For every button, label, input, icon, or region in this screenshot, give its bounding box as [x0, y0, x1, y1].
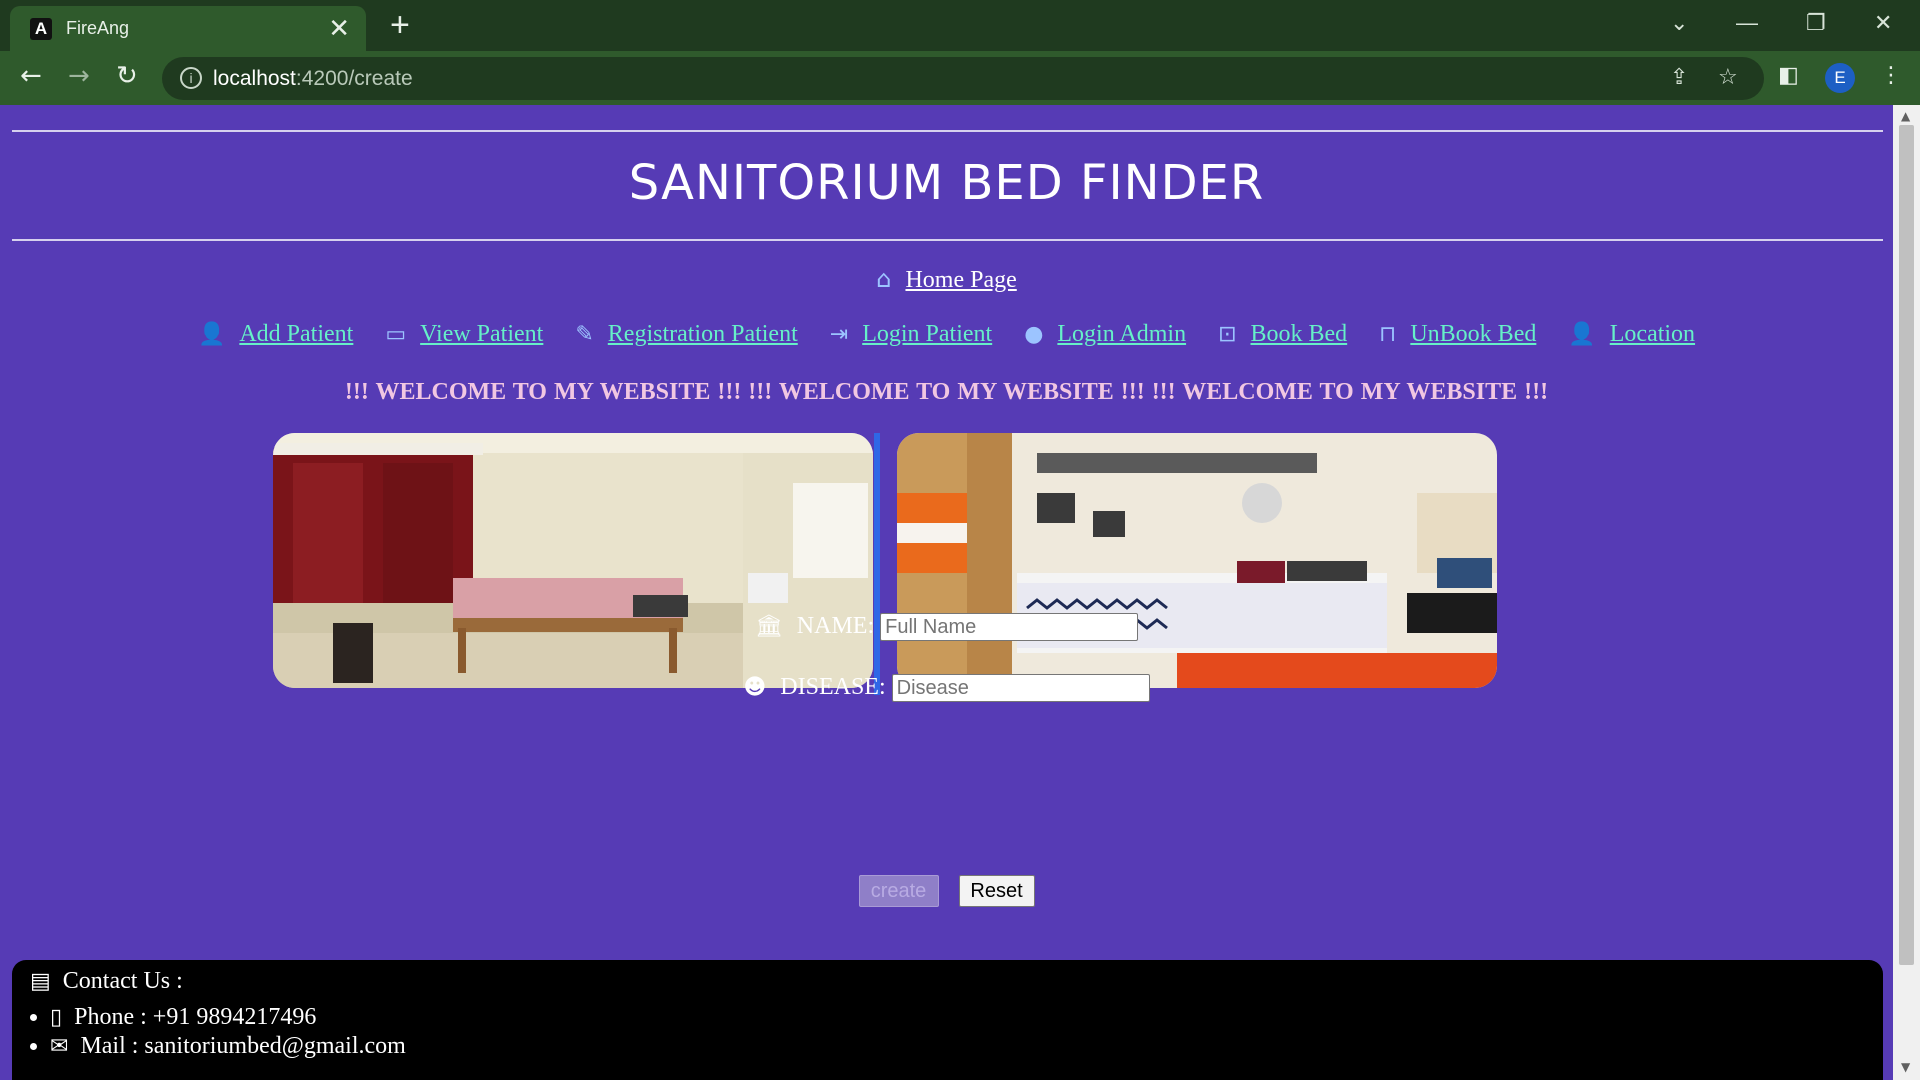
room-photo-2 — [897, 433, 1497, 688]
add-user-icon: 👤 — [1568, 322, 1596, 347]
forward-icon[interactable]: → — [68, 61, 90, 91]
discord-icon: ☻ — [743, 675, 767, 700]
url-text[interactable]: localhost:4200/create — [213, 67, 413, 91]
add-user-icon: 👤 — [197, 322, 226, 347]
home-icon: ⌂ — [876, 265, 892, 293]
contact-list: ▯Phone : +91 9894217496 ✉Mail : sanitori… — [28, 1004, 406, 1062]
minimize-icon[interactable]: — — [1736, 10, 1758, 36]
login-icon: ⇥ — [829, 322, 849, 347]
share-icon[interactable]: ⇪ — [1670, 65, 1688, 90]
pencil-icon: ✎ — [575, 322, 594, 347]
contact-heading: ▤ Contact Us : — [30, 968, 183, 994]
bookmark-icon: ⊓ — [1379, 322, 1397, 347]
contact-mail: ✉Mail : sanitoriumbed@gmail.com — [50, 1033, 406, 1060]
browser-toolbar: ← → ↻ i localhost:4200/create ⇪ ☆ ◧ E ⋮ — [0, 51, 1920, 105]
room-photo-1 — [273, 433, 873, 688]
create-button[interactable]: create — [858, 875, 939, 907]
disease-row: ☻ DISEASE: — [0, 674, 1893, 703]
close-window-icon[interactable]: ✕ — [1874, 10, 1892, 36]
home-page-link[interactable]: Home Page — [905, 267, 1016, 293]
tab-search-icon[interactable]: ⌄ — [1670, 10, 1688, 36]
bank-icon: 🏛 — [754, 614, 783, 639]
top-divider — [12, 130, 1883, 132]
page-scrollbar[interactable]: ▲ ▼ — [1893, 105, 1920, 1080]
page-title: SANITORIUM BED FINDER — [628, 155, 1265, 211]
list-icon: ▭ — [385, 322, 407, 347]
title-divider — [12, 239, 1883, 241]
scroll-up-icon[interactable]: ▲ — [1901, 109, 1910, 123]
name-input[interactable] — [880, 613, 1139, 642]
browser-tab-strip: A FireAng ✕ + ⌄ — ❐ ✕ — [0, 0, 1920, 51]
person-icon: ● — [1024, 322, 1044, 347]
phone-icon: ▯ — [50, 1005, 63, 1030]
bookmark-star-icon[interactable]: ☆ — [1718, 65, 1738, 90]
contact-section: ▤Contact Us : ▯Phone : +91 9894217496 ✉M… — [12, 960, 1883, 1080]
disease-input[interactable] — [891, 674, 1150, 703]
reload-icon[interactable]: ↻ — [116, 61, 138, 91]
menu-kebab-icon[interactable]: ⋮ — [1880, 63, 1902, 88]
profile-avatar[interactable]: E — [1825, 63, 1855, 93]
name-row: 🏛 NAME: — [0, 613, 1893, 642]
nav-login-admin[interactable]: ● Login Admin — [1024, 321, 1186, 348]
address-bar[interactable]: i localhost:4200/create ⇪ ☆ — [162, 57, 1764, 100]
tab-close-icon[interactable]: ✕ — [328, 15, 350, 41]
scroll-down-icon[interactable]: ▼ — [1901, 1060, 1910, 1074]
contact-phone: ▯Phone : +91 9894217496 — [50, 1004, 406, 1031]
nav-login-patient[interactable]: ⇥ Login Patient — [830, 321, 992, 348]
nav-registration-patient[interactable]: ✎ Registration Patient — [575, 321, 797, 348]
scrollbar-thumb[interactable] — [1899, 125, 1914, 965]
tab-title: FireAng — [66, 18, 130, 38]
welcome-marquee: !!! WELCOME TO MY WEBSITE !!! !!! WELCOM… — [344, 379, 1549, 405]
disease-label: DISEASE: — [780, 674, 886, 700]
nav-unbook-bed[interactable]: ⊓ UnBook Bed — [1379, 321, 1536, 348]
form-buttons: create Reset — [0, 875, 1893, 907]
back-icon[interactable]: ← — [20, 61, 42, 91]
new-tab-button[interactable]: + — [390, 8, 410, 42]
chat-icon: ▤ — [30, 969, 51, 994]
browser-tab[interactable]: A FireAng ✕ — [10, 6, 366, 51]
name-label: NAME: — [796, 613, 875, 639]
mail-icon: ✉ — [50, 1034, 69, 1059]
side-panel-icon[interactable]: ◧ — [1778, 63, 1799, 88]
nav-book-bed[interactable]: ⊡ Book Bed — [1218, 321, 1347, 348]
restore-icon[interactable]: ❐ — [1806, 10, 1826, 36]
gallery-divider — [874, 433, 880, 695]
page-content: SANITORIUM BED FINDER ⌂ Home Page 👤 Add Pa… — [0, 105, 1893, 1080]
bookmark-check-icon: ⊡ — [1218, 322, 1237, 347]
home-link-row: ⌂ Home Page — [0, 265, 1893, 294]
main-nav: 👤 Add Patient ▭ View Patient ✎ Registration… — [0, 321, 1893, 348]
nav-location[interactable]: 👤 Location — [1568, 321, 1695, 348]
angular-favicon-icon: A — [30, 17, 52, 40]
nav-add-patient[interactable]: 👤 Add Patient — [198, 321, 353, 348]
site-info-icon[interactable]: i — [180, 67, 202, 89]
reset-button[interactable]: Reset — [958, 875, 1035, 907]
nav-view-patient[interactable]: ▭ View Patient — [385, 321, 543, 348]
